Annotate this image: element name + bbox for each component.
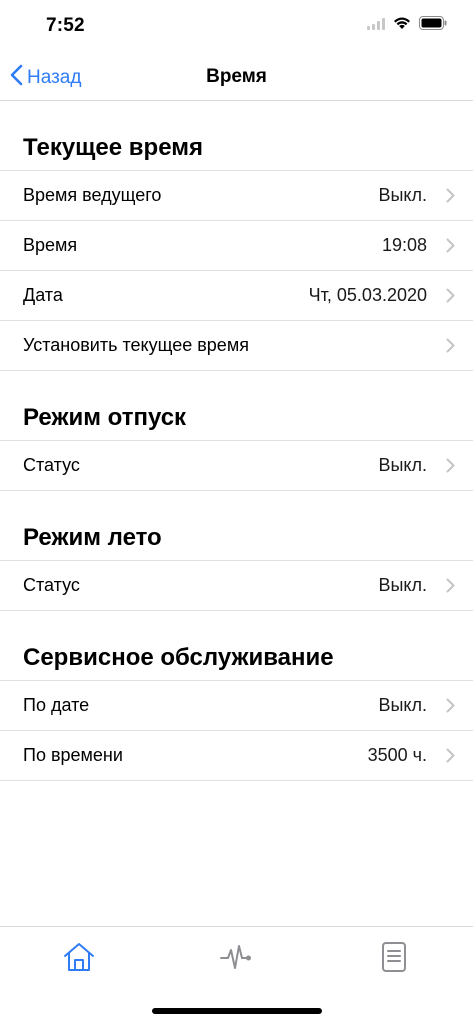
status-icons xyxy=(367,16,447,35)
row-value: Выкл. xyxy=(378,455,427,475)
row-summer-status[interactable]: Статус Выкл. xyxy=(0,561,473,611)
navigation-bar: Назад Время xyxy=(0,54,473,101)
tab-documents[interactable] xyxy=(374,939,414,979)
chevron-right-icon xyxy=(446,748,455,768)
activity-pulse-icon xyxy=(219,941,253,978)
row-time[interactable]: Время 19:08 xyxy=(0,221,473,271)
row-value: 3500 ч. xyxy=(367,745,427,765)
row-value: Выкл. xyxy=(378,185,427,205)
status-bar: 7:52 xyxy=(0,0,473,54)
settings-list: Текущее время Время ведущего Выкл. Время… xyxy=(0,101,473,781)
row-vacation-status[interactable]: Статус Выкл. xyxy=(0,441,473,491)
row-label: Дата xyxy=(23,285,63,305)
battery-icon xyxy=(419,16,447,35)
home-indicator xyxy=(152,1008,322,1014)
chevron-right-icon xyxy=(446,288,455,308)
row-label: Время xyxy=(23,235,78,255)
tab-activity[interactable] xyxy=(216,939,256,979)
home-icon xyxy=(62,941,96,978)
row-label: Статус xyxy=(23,455,80,475)
chevron-right-icon xyxy=(446,338,455,358)
section-header-current-time: Текущее время xyxy=(0,101,473,171)
row-value: Выкл. xyxy=(378,575,427,595)
section-title: Текущее время xyxy=(23,134,203,161)
section-title: Сервисное обслуживание xyxy=(23,644,334,671)
signal-icon xyxy=(367,17,385,35)
row-label: Установить текущее время xyxy=(23,335,249,355)
chevron-right-icon xyxy=(446,238,455,258)
section-header-service: Сервисное обслуживание xyxy=(0,611,473,681)
row-service-by-hours[interactable]: По времени 3500 ч. xyxy=(0,731,473,781)
chevron-right-icon xyxy=(446,578,455,598)
wifi-icon xyxy=(393,16,411,35)
tab-home[interactable] xyxy=(59,939,99,979)
status-time: 7:52 xyxy=(46,15,85,36)
document-icon xyxy=(380,941,408,978)
row-date[interactable]: Дата Чт, 05.03.2020 xyxy=(0,271,473,321)
chevron-right-icon xyxy=(446,698,455,718)
row-host-time[interactable]: Время ведущего Выкл. xyxy=(0,171,473,221)
row-label: По дате xyxy=(23,695,90,715)
row-value: Выкл. xyxy=(378,695,427,715)
section-title: Режим лето xyxy=(23,524,162,551)
row-service-by-date[interactable]: По дате Выкл. xyxy=(0,681,473,731)
row-value: Чт, 05.03.2020 xyxy=(308,285,427,305)
section-title: Режим отпуск xyxy=(23,404,187,431)
row-set-current-time[interactable]: Установить текущее время xyxy=(0,321,473,371)
section-header-vacation-mode: Режим отпуск xyxy=(0,371,473,441)
row-label: Время ведущего xyxy=(23,185,162,205)
chevron-right-icon xyxy=(446,458,455,478)
page-title: Время xyxy=(206,66,267,87)
row-value: 19:08 xyxy=(381,235,427,255)
section-header-summer-mode: Режим лето xyxy=(0,491,473,561)
chevron-right-icon xyxy=(446,188,455,208)
row-label: По времени xyxy=(23,745,123,765)
row-label: Статус xyxy=(23,575,80,595)
